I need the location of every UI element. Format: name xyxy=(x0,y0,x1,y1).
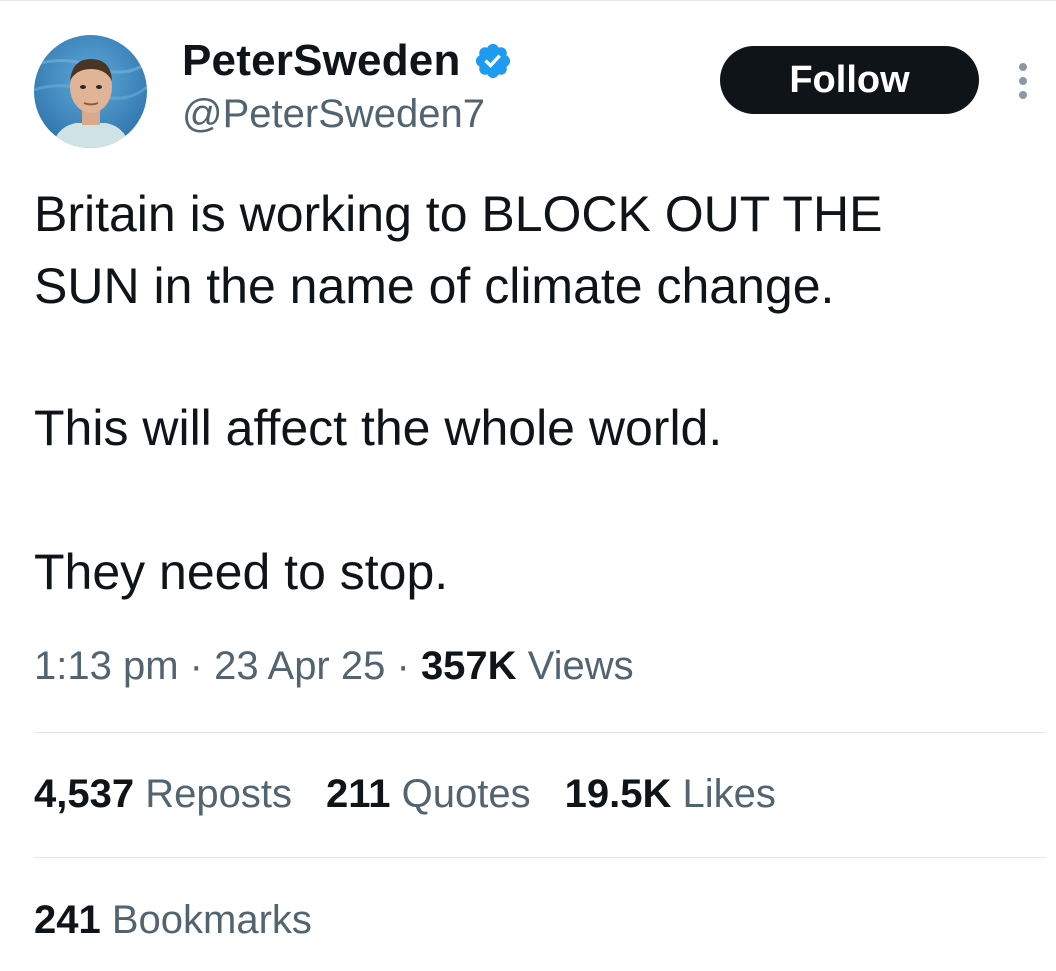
quotes-stat[interactable]: 211 Quotes xyxy=(326,772,531,817)
follow-button[interactable]: Follow xyxy=(720,46,979,114)
tweet-time[interactable]: 1:13 pm xyxy=(34,644,179,688)
tweet-text-line-1: Britain is working to BLOCK OUT THE xyxy=(34,186,883,242)
meta-separator: · xyxy=(396,644,410,688)
views-label: Views xyxy=(527,644,634,688)
likes-stat[interactable]: 19.5K Likes xyxy=(565,772,776,817)
reposts-count: 4,537 xyxy=(34,772,135,816)
bookmarks-label: Bookmarks xyxy=(111,898,312,942)
verified-badge-icon xyxy=(473,41,513,81)
tweet-meta: 1:13 pm · 23 Apr 25 · 357K Views xyxy=(34,644,634,689)
top-divider xyxy=(0,0,1056,1)
divider xyxy=(34,732,1046,733)
more-options-icon[interactable] xyxy=(1013,62,1033,100)
tweet-card: PeterSweden @PeterSweden7 Follow Britain… xyxy=(0,0,1056,971)
likes-count: 19.5K xyxy=(564,772,672,816)
quotes-label: Quotes xyxy=(401,772,531,816)
tweet-text-line-4: They need to stop. xyxy=(34,544,449,600)
tweet-text-line-2: SUN in the name of climate change. xyxy=(34,258,835,314)
author-name-row: PeterSweden xyxy=(182,36,513,86)
meta-separator: · xyxy=(189,644,203,688)
divider xyxy=(34,857,1046,858)
avatar[interactable] xyxy=(34,35,147,148)
author-handle[interactable]: @PeterSweden7 xyxy=(182,92,485,137)
views-count: 357K xyxy=(420,644,517,688)
tweet-text-line-3: This will affect the whole world. xyxy=(34,400,723,456)
bookmarks-stat[interactable]: 241 Bookmarks xyxy=(34,898,312,943)
author-display-name[interactable]: PeterSweden xyxy=(182,36,461,86)
quotes-count: 211 xyxy=(325,772,391,816)
engagement-stats: 4,537 Reposts 211 Quotes 19.5K Likes xyxy=(34,772,810,817)
tweet-date[interactable]: 23 Apr 25 xyxy=(214,644,385,688)
likes-label: Likes xyxy=(682,772,776,816)
reposts-label: Reposts xyxy=(145,772,292,816)
bookmarks-count: 241 xyxy=(34,898,101,942)
reposts-stat[interactable]: 4,537 Reposts xyxy=(34,772,292,817)
